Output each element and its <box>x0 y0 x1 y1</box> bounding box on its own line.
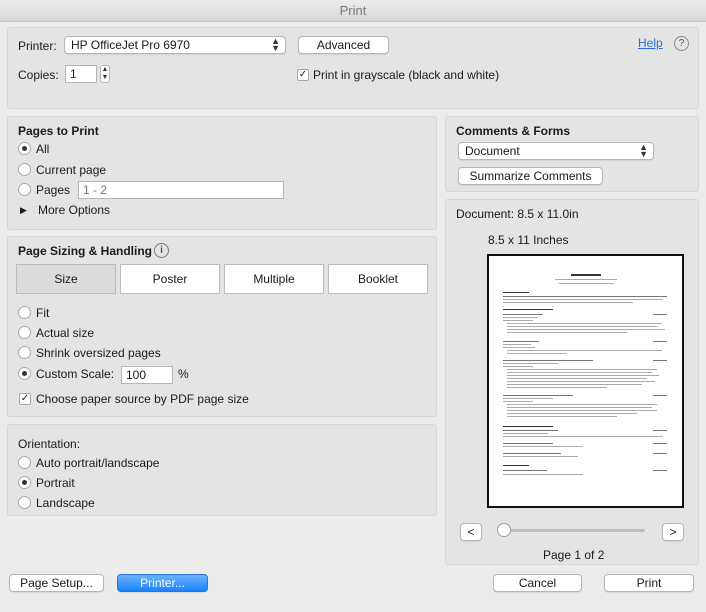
pages-to-print-heading: Pages to Print <box>18 124 99 138</box>
printer-select[interactable]: HP OfficeJet Pro 6970 ▲ ▼ <box>64 36 286 54</box>
help-icon[interactable]: ? <box>674 36 689 51</box>
scale-unit: % <box>178 367 189 381</box>
pages-range-radio[interactable] <box>18 183 31 196</box>
disclosure-triangle-icon[interactable]: ▶ <box>20 205 27 216</box>
orientation-portrait-radio[interactable] <box>18 476 31 489</box>
pages-current-radio[interactable] <box>18 163 31 176</box>
printer-button[interactable]: Printer... <box>117 574 208 592</box>
page-sizing-heading: Page Sizing & Handling <box>18 244 153 258</box>
pages-current-label: Current page <box>36 163 107 177</box>
pages-range-label: Pages <box>36 183 71 197</box>
prev-page-button[interactable]: < <box>460 523 482 541</box>
orientation-auto-radio[interactable] <box>18 456 31 469</box>
sizing-fit-label: Fit <box>36 306 50 320</box>
printer-select-value: HP OfficeJet Pro 6970 <box>71 38 190 52</box>
copies-field[interactable]: 1 <box>65 65 97 83</box>
comments-forms-select[interactable]: Document ▲ ▼ <box>458 142 654 160</box>
sizing-custom-label: Custom Scale: <box>36 367 115 381</box>
orientation-landscape-radio[interactable] <box>18 496 31 509</box>
next-page-button[interactable]: > <box>662 523 684 541</box>
page-preview <box>487 254 684 508</box>
orientation-landscape-label: Landscape <box>36 496 95 510</box>
help-link[interactable]: Help <box>638 36 663 50</box>
tab-poster[interactable]: Poster <box>120 264 220 294</box>
page-indicator: Page 1 of 2 <box>543 548 605 562</box>
print-button[interactable]: Print <box>604 574 694 592</box>
cancel-button[interactable]: Cancel <box>493 574 582 592</box>
paper-source-checkbox[interactable]: ✓ <box>19 393 31 405</box>
chevron-updown-icon: ▲ ▼ <box>271 36 280 53</box>
page-slider-thumb[interactable] <box>497 523 511 537</box>
advanced-button[interactable]: Advanced <box>298 36 389 54</box>
sizing-actual-radio[interactable] <box>18 326 31 339</box>
tab-multiple[interactable]: Multiple <box>224 264 324 294</box>
orientation-auto-label: Auto portrait/landscape <box>36 456 160 470</box>
more-options-label[interactable]: More Options <box>38 203 110 217</box>
sizing-shrink-label: Shrink oversized pages <box>36 346 161 360</box>
orientation-heading: Orientation: <box>18 437 81 451</box>
comments-forms-heading: Comments & Forms <box>456 124 571 138</box>
scale-input[interactable]: 100 <box>121 366 173 384</box>
pages-all-radio[interactable] <box>18 142 31 155</box>
pages-all-label: All <box>36 142 50 156</box>
sizing-shrink-radio[interactable] <box>18 346 31 359</box>
summarize-comments-button[interactable]: Summarize Comments <box>458 167 603 185</box>
sizing-fit-radio[interactable] <box>18 306 31 319</box>
tab-size[interactable]: Size <box>16 264 116 294</box>
printer-label: Printer: <box>18 39 57 53</box>
grayscale-label: Print in grayscale (black and white) <box>313 68 500 82</box>
sizing-custom-radio[interactable] <box>18 367 31 380</box>
sizing-actual-label: Actual size <box>36 326 95 340</box>
page-slider-track[interactable] <box>503 529 645 532</box>
tab-booklet[interactable]: Booklet <box>328 264 428 294</box>
copies-label: Copies: <box>18 68 59 82</box>
window-title: Print <box>0 0 706 22</box>
pages-range-input[interactable] <box>78 181 284 199</box>
info-icon[interactable]: i <box>154 243 169 258</box>
copies-stepper[interactable]: ▲ ▼ <box>100 65 110 83</box>
paper-source-label: Choose paper source by PDF page size <box>36 392 249 406</box>
comments-forms-value: Document <box>465 144 520 158</box>
document-size-label: Document: 8.5 x 11.0in <box>456 207 579 221</box>
chevron-updown-icon: ▲ ▼ <box>639 142 648 159</box>
page-size-label: 8.5 x 11 Inches <box>488 233 569 247</box>
grayscale-checkbox[interactable]: ✓ <box>297 69 309 81</box>
orientation-portrait-label: Portrait <box>36 476 75 490</box>
page-setup-button[interactable]: Page Setup... <box>9 574 104 592</box>
